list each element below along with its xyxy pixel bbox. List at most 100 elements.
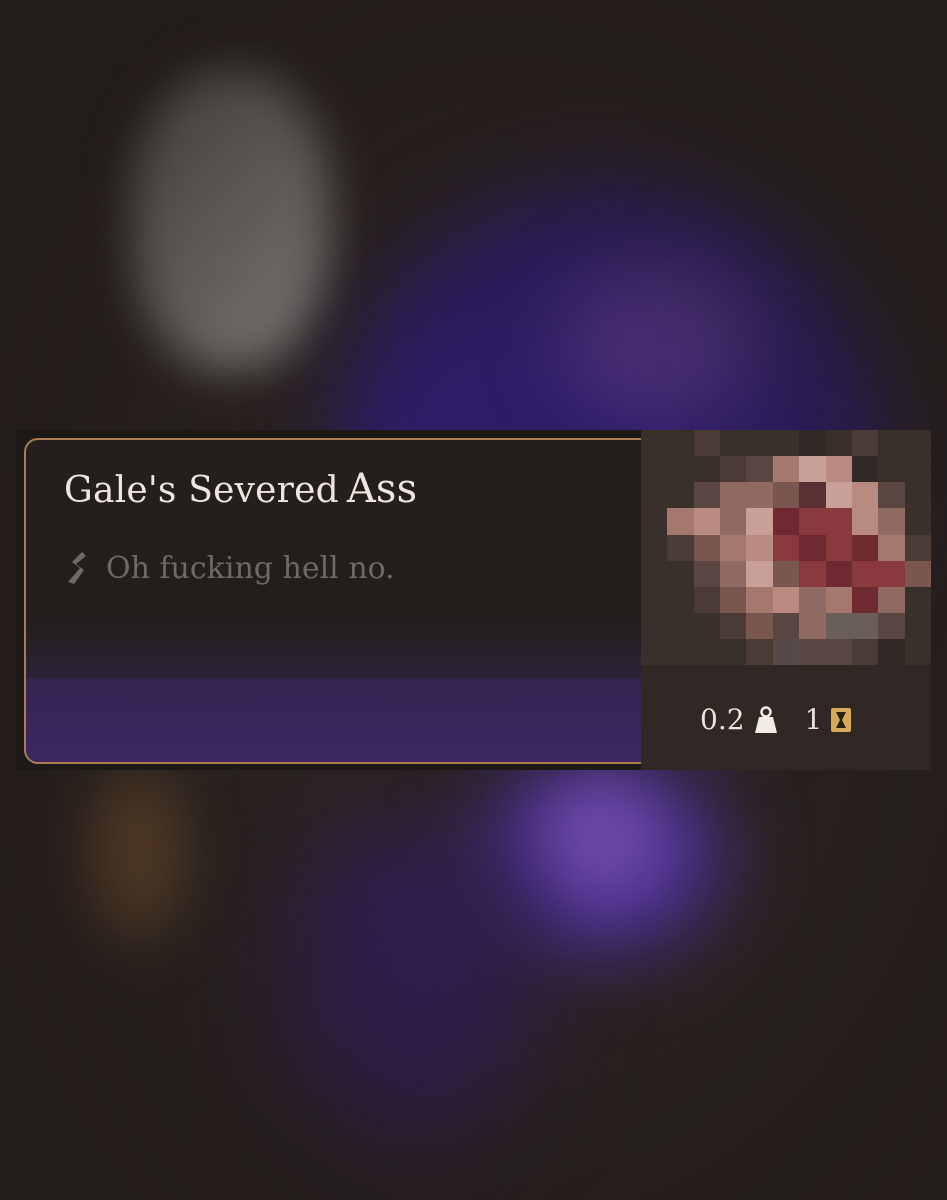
hourglass-icon <box>831 707 852 732</box>
thumbnail-pixel <box>720 639 747 666</box>
thumbnail-pixel <box>825 430 852 457</box>
thumbnail-pixel <box>825 743 852 770</box>
thumbnail-pixel <box>851 456 879 483</box>
thumbnail-pixel <box>799 456 826 483</box>
item-name-prefix: Gale's Severed <box>64 470 339 511</box>
thumbnail-pixel <box>667 613 694 640</box>
thumbnail-pixel <box>904 665 931 692</box>
thumbnail-pixel <box>851 639 879 666</box>
thumbnail-pixel <box>746 586 773 614</box>
thumbnail-pixel <box>904 691 931 718</box>
thumbnail-pixel <box>641 430 668 457</box>
thumbnail-pixel <box>772 586 800 614</box>
thumbnail-pixel <box>667 743 694 770</box>
weight-stat: 0.2 <box>700 703 779 736</box>
thumbnail-pixel <box>720 456 747 483</box>
thumbnail-pixel <box>825 639 852 666</box>
thumbnail-pixel <box>720 430 747 457</box>
thumbnail-pixel <box>772 534 800 561</box>
thumbnail-pixel <box>878 665 905 692</box>
thumbnail-pixel <box>641 665 668 692</box>
thumbnail-pixel <box>904 508 931 535</box>
thumbnail-pixel <box>799 665 826 692</box>
thumbnail-pixel <box>878 639 905 666</box>
thumbnail-pixel <box>720 560 747 587</box>
thumbnail-pixel <box>799 482 826 509</box>
thumbnail-pixel <box>641 639 668 666</box>
thumbnail-pixel <box>693 456 721 483</box>
thumbnail-pixel <box>878 717 905 744</box>
thumbnail-pixel <box>799 639 826 666</box>
thumbnail-pixel <box>904 534 931 561</box>
thumbnail-pixel <box>772 665 800 692</box>
weight-icon <box>754 705 777 733</box>
thumbnail-pixel <box>825 508 852 535</box>
thumbnail-pixel <box>772 456 800 483</box>
thumbnail-pixel <box>667 560 694 587</box>
thumbnail-pixel <box>667 717 694 744</box>
thumbnail-pixel <box>825 586 852 614</box>
thumbnail-pixel <box>825 665 852 692</box>
thumbnail-pixel <box>904 586 931 614</box>
thumbnail-pixel <box>825 482 852 509</box>
thumbnail-pixel <box>851 613 879 640</box>
item-description: Oh fucking hell no. <box>106 550 395 586</box>
thumbnail-pixel <box>799 534 826 561</box>
thumbnail-pixel <box>799 560 826 587</box>
thumbnail-pixel <box>772 613 800 640</box>
thumbnail-pixel <box>772 639 800 666</box>
thumbnail-pixel <box>667 482 694 509</box>
thumbnail-pixel <box>878 743 905 770</box>
thumbnail-pixel <box>641 743 668 770</box>
thumbnail-pixel <box>667 586 694 614</box>
thumbnail-pixel <box>772 430 800 457</box>
thumbnail-pixel <box>720 508 747 535</box>
thumbnail-pixel <box>904 482 931 509</box>
thumbnail-pixel <box>667 430 694 457</box>
thumbnail-pixel <box>851 508 879 535</box>
thumbnail-pixel <box>851 665 879 692</box>
thumbnail-pixel <box>878 456 905 483</box>
scroll-swirl-icon <box>68 552 86 584</box>
thumbnail-pixel <box>878 534 905 561</box>
thumbnail-pixel <box>799 613 826 640</box>
thumbnail-pixel <box>720 534 747 561</box>
thumbnail-pixel <box>878 508 905 535</box>
thumbnail-pixel <box>641 456 668 483</box>
thumbnail-pixel <box>667 508 694 535</box>
thumbnail-pixel <box>878 691 905 718</box>
thumbnail-pixel <box>851 560 879 587</box>
thumbnail-pixel <box>720 482 747 509</box>
thumbnail-pixel <box>825 560 852 587</box>
item-stats: 0.2 1 <box>700 703 852 736</box>
count-value: 1 <box>804 703 823 736</box>
thumbnail-pixel <box>693 560 721 587</box>
thumbnail-pixel <box>851 691 879 718</box>
thumbnail-pixel <box>720 586 747 614</box>
thumbnail-pixel <box>799 743 826 770</box>
thumbnail-pixel <box>720 743 747 770</box>
thumbnail-pixel <box>904 560 931 587</box>
thumbnail-pixel <box>904 743 931 770</box>
thumbnail-pixel <box>693 613 721 640</box>
thumbnail-pixel <box>746 482 773 509</box>
thumbnail-pixel <box>746 639 773 666</box>
thumbnail-pixel <box>641 508 668 535</box>
thumbnail-pixel <box>851 717 879 744</box>
item-name-suffix: Ass <box>346 466 418 512</box>
thumbnail-pixel <box>667 691 694 718</box>
thumbnail-pixel <box>667 665 694 692</box>
thumbnail-pixel <box>746 560 773 587</box>
thumbnail-pixel <box>693 534 721 561</box>
thumbnail-pixel <box>825 456 852 483</box>
weight-value: 0.2 <box>700 703 745 736</box>
thumbnail-pixel <box>667 456 694 483</box>
thumbnail-pixel <box>825 613 852 640</box>
thumbnail-pixel <box>693 639 721 666</box>
thumbnail-pixel <box>641 613 668 640</box>
thumbnail-pixel <box>641 717 668 744</box>
thumbnail-pixel <box>799 586 826 614</box>
thumbnail-pixel <box>772 482 800 509</box>
thumbnail-pixel <box>878 560 905 587</box>
thumbnail-pixel <box>799 430 826 457</box>
